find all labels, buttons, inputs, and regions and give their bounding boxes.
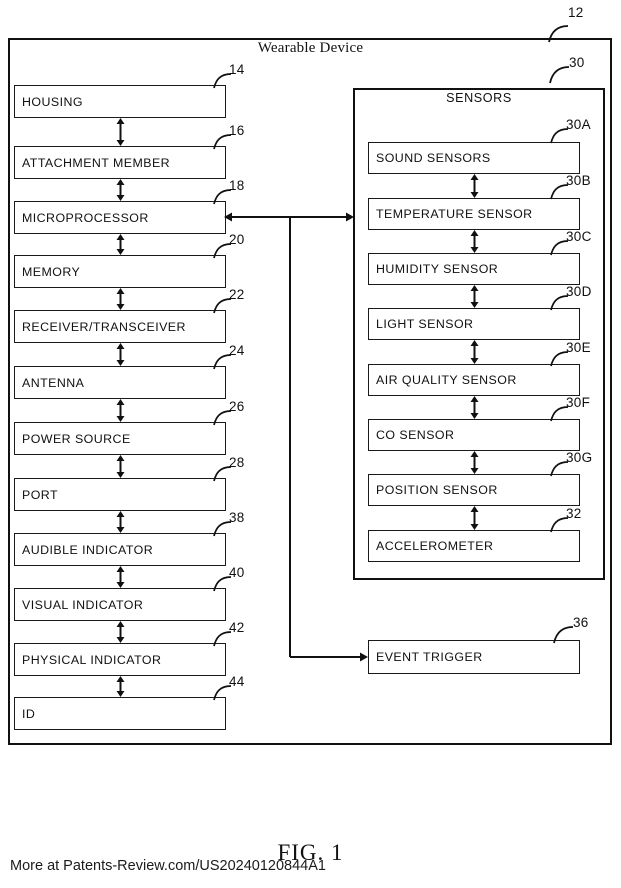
block-label: HOUSING [22, 94, 83, 109]
ref-numeral-30e: 30E [566, 340, 591, 355]
leader-line-30c [549, 238, 569, 256]
leader-line-30e [549, 349, 569, 367]
block-label: EVENT TRIGGER [376, 650, 483, 664]
block-label: LIGHT SENSOR [376, 317, 474, 331]
device-title: Wearable Device [257, 40, 364, 56]
block-label: ATTACHMENT MEMBER [22, 155, 171, 170]
block-label: POSITION SENSOR [376, 483, 498, 497]
sensor-block-accelerometer[interactable]: ACCELEROMETER [368, 530, 580, 562]
block-label: VISUAL INDICATOR [22, 597, 144, 612]
ref-numeral-14: 14 [229, 62, 245, 77]
double-arrow-icon [469, 451, 480, 474]
ref-numeral-18: 18 [229, 178, 245, 193]
block-label: ANTENNA [22, 375, 85, 390]
double-arrow-icon [115, 676, 126, 697]
watermark-text: More at Patents-Review.com/US20240120844… [10, 858, 326, 874]
block-label: MICROPROCESSOR [22, 210, 149, 225]
ref-numeral-30b: 30B [566, 173, 591, 188]
block-label: PHYSICAL INDICATOR [22, 652, 162, 667]
block-power-source[interactable]: POWER SOURCE [14, 422, 226, 455]
block-label: HUMIDITY SENSOR [376, 262, 499, 276]
sensor-block-temperature-sensor[interactable]: TEMPERATURE SENSOR [368, 198, 580, 230]
leader-line-36 [552, 624, 574, 644]
block-label: SOUND SENSORS [376, 151, 491, 165]
leader-line-30 [548, 64, 570, 84]
block-label: PORT [22, 487, 58, 502]
sensors-group-title: SENSORS [446, 91, 512, 105]
sensor-block-humidity-sensor[interactable]: HUMIDITY SENSOR [368, 253, 580, 285]
double-arrow-icon [115, 343, 126, 366]
sensor-block-position-sensor[interactable]: POSITION SENSOR [368, 474, 580, 506]
block-event-trigger[interactable]: EVENT TRIGGER [368, 640, 580, 674]
ref-numeral-30a: 30A [566, 117, 591, 132]
double-arrow-icon [469, 396, 480, 419]
block-label: RECEIVER/TRANSCEIVER [22, 319, 186, 334]
block-attachment-member[interactable]: ATTACHMENT MEMBER [14, 146, 226, 179]
ref-numeral-32: 32 [566, 506, 582, 521]
block-label: AUDIBLE INDICATOR [22, 542, 154, 557]
block-visual-indicator[interactable]: VISUAL INDICATOR [14, 588, 226, 621]
sensor-block-sound-sensors[interactable]: SOUND SENSORS [368, 142, 580, 174]
double-arrow-icon [115, 566, 126, 588]
double-arrow-icon [469, 506, 480, 530]
ref-numeral-30: 30 [569, 55, 585, 70]
leader-line-16 [212, 132, 232, 150]
double-arrow-icon [469, 285, 480, 308]
ref-numeral-30d: 30D [566, 284, 592, 299]
block-id[interactable]: ID [14, 697, 226, 730]
double-arrow-icon [469, 174, 480, 198]
sensor-block-air-quality-sensor[interactable]: AIR QUALITY SENSOR [368, 364, 580, 396]
block-label: POWER SOURCE [22, 431, 131, 446]
block-label: CO SENSOR [376, 428, 455, 442]
block-physical-indicator[interactable]: PHYSICAL INDICATOR [14, 643, 226, 676]
ref-numeral-36: 36 [573, 615, 589, 630]
leader-line-30g [549, 459, 569, 477]
ref-numeral-16: 16 [229, 123, 245, 138]
double-arrow-icon [469, 230, 480, 253]
block-label: ID [22, 706, 36, 721]
block-port[interactable]: PORT [14, 478, 226, 511]
block-housing[interactable]: HOUSING [14, 85, 226, 118]
block-label: AIR QUALITY SENSOR [376, 373, 517, 387]
block-antenna[interactable]: ANTENNA [14, 366, 226, 399]
double-arrow-icon [115, 234, 126, 255]
leader-line-18 [212, 187, 232, 205]
leader-line-12 [547, 23, 569, 43]
patent-figure: 12 Wearable Device HOUSING ATTACHMENT ME… [0, 0, 621, 888]
leader-line-30b [549, 182, 569, 200]
leader-line-14 [212, 71, 232, 89]
sensor-block-light-sensor[interactable]: LIGHT SENSOR [368, 308, 580, 340]
connector-microprocessor-sensors [220, 205, 380, 675]
leader-line-44 [212, 683, 232, 701]
block-label: ACCELEROMETER [376, 539, 494, 553]
ref-numeral-30c: 30C [566, 229, 592, 244]
leader-line-30f [549, 404, 569, 422]
sensor-block-co-sensor[interactable]: CO SENSOR [368, 419, 580, 451]
double-arrow-icon [115, 288, 126, 310]
ref-numeral-30f: 30F [566, 395, 591, 410]
double-arrow-icon [115, 455, 126, 478]
block-memory[interactable]: MEMORY [14, 255, 226, 288]
double-arrow-icon [115, 511, 126, 533]
double-arrow-icon [469, 340, 480, 364]
double-arrow-icon [115, 179, 126, 201]
double-arrow-icon [115, 621, 126, 643]
ref-numeral-44: 44 [229, 674, 245, 689]
double-arrow-icon [115, 118, 126, 146]
double-arrow-icon [115, 399, 126, 422]
block-label: MEMORY [22, 264, 81, 279]
leader-line-30d [549, 293, 569, 311]
block-audible-indicator[interactable]: AUDIBLE INDICATOR [14, 533, 226, 566]
block-receiver-transceiver[interactable]: RECEIVER/TRANSCEIVER [14, 310, 226, 343]
leader-line-32 [549, 515, 569, 533]
leader-line-30a [549, 126, 569, 144]
ref-numeral-12: 12 [568, 5, 584, 20]
ref-numeral-30g: 30G [566, 450, 593, 465]
block-label: TEMPERATURE SENSOR [376, 207, 533, 221]
block-microprocessor[interactable]: MICROPROCESSOR [14, 201, 226, 234]
